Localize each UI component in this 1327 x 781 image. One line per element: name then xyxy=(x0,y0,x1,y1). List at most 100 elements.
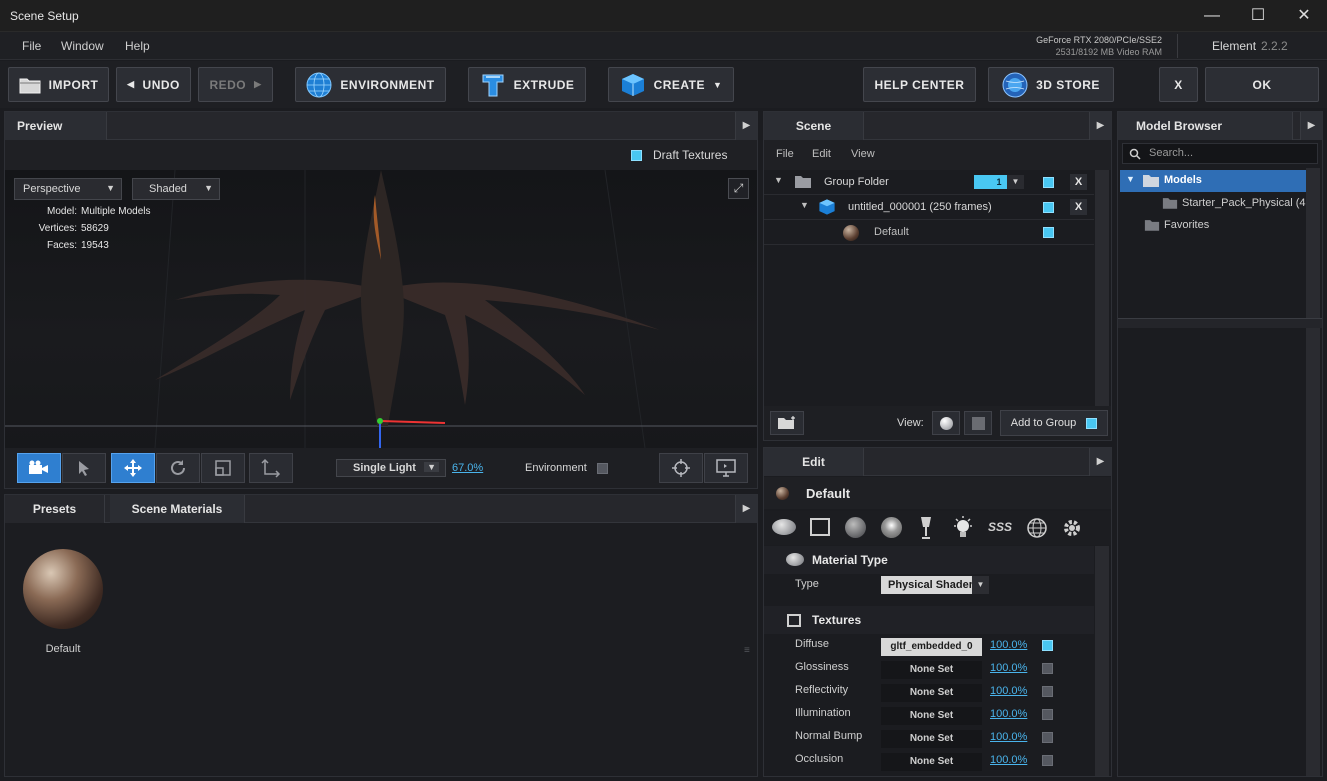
sss-tab-icon[interactable]: SSS xyxy=(988,520,1012,534)
shading-tab-icon[interactable] xyxy=(845,517,866,538)
select-tool-button[interactable] xyxy=(62,453,106,483)
tab-model-browser[interactable]: Model Browser xyxy=(1118,112,1293,140)
scene-menu-edit[interactable]: Edit xyxy=(812,148,831,160)
fullscreen-icon[interactable]: ⤢ xyxy=(728,178,749,199)
model-delete-icon[interactable]: X xyxy=(1070,199,1087,215)
tab-presets[interactable]: Presets xyxy=(5,495,105,523)
extrude-button[interactable]: EXTRUDE xyxy=(468,67,586,102)
group-visible-checkbox[interactable] xyxy=(1043,177,1054,188)
texture-enabled-checkbox[interactable] xyxy=(1042,732,1053,743)
focus-target-button[interactable] xyxy=(659,453,703,483)
camera-tool-button[interactable] xyxy=(17,453,61,483)
light-mode-dropdown[interactable]: Single Light ▼ xyxy=(336,459,446,477)
group-delete-icon[interactable]: X xyxy=(1070,174,1087,190)
expand-arrow-icon[interactable]: ▼ xyxy=(1126,174,1135,184)
menu-help[interactable]: Help xyxy=(125,39,150,53)
texture-enabled-checkbox[interactable] xyxy=(1042,709,1053,720)
shader-type-dropdown[interactable]: Physical Shader ▼ xyxy=(881,576,989,594)
gear-icon[interactable] xyxy=(1061,517,1083,539)
menu-file[interactable]: File xyxy=(22,39,41,53)
texture-strength[interactable]: 100.0% xyxy=(990,662,1027,674)
texture-enabled-checkbox[interactable] xyxy=(1042,663,1053,674)
add-folder-button[interactable] xyxy=(770,411,804,435)
draft-textures-checkbox[interactable] xyxy=(631,150,642,161)
scene-row-material[interactable]: Default xyxy=(764,220,1094,245)
texture-slot[interactable]: None Set xyxy=(881,730,982,748)
material-type-tab-icon[interactable] xyxy=(772,519,796,535)
material-swatch-default[interactable] xyxy=(23,549,103,629)
edit-collapse-icon[interactable]: ▶ xyxy=(1089,448,1111,476)
import-button[interactable]: IMPORT xyxy=(8,67,109,102)
texture-enabled-checkbox[interactable] xyxy=(1042,755,1053,766)
close-window-button[interactable]: ✕ xyxy=(1281,0,1327,32)
scene-row-model[interactable]: ▼ untitled_000001 (250 frames) X xyxy=(764,195,1094,220)
texture-strength[interactable]: 100.0% xyxy=(990,731,1027,743)
preview-collapse-icon[interactable]: ▶ xyxy=(735,112,757,140)
wireframe-sphere-icon[interactable] xyxy=(1026,517,1048,539)
cancel-x-button[interactable]: X xyxy=(1159,67,1198,102)
panel-grip-icon[interactable]: ≡ xyxy=(744,645,750,656)
add-to-group-checkbox[interactable] xyxy=(1086,417,1098,429)
tree-item-starter-pack[interactable]: Starter_Pack_Physical (42) xyxy=(1120,193,1306,215)
chevron-down-icon[interactable]: ▼ xyxy=(1007,175,1024,189)
texture-strength[interactable]: 100.0% xyxy=(990,754,1027,766)
ok-button[interactable]: OK xyxy=(1205,67,1319,102)
texture-enabled-checkbox[interactable] xyxy=(1042,686,1053,697)
model-browser-collapse-icon[interactable]: ▶ xyxy=(1300,112,1322,140)
lightbulb-icon[interactable] xyxy=(952,516,974,540)
scene-scrollbar[interactable] xyxy=(1095,170,1109,406)
scene-menu-file[interactable]: File xyxy=(776,148,794,160)
tab-scene-materials[interactable]: Scene Materials xyxy=(110,495,245,523)
rotate-tool-button[interactable] xyxy=(156,453,200,483)
scale-tool-button[interactable] xyxy=(201,453,245,483)
help-center-button[interactable]: HELP CENTER xyxy=(863,67,976,102)
reflection-tab-icon[interactable] xyxy=(881,517,902,538)
light-intensity-link[interactable]: 67.0% xyxy=(452,462,483,474)
menu-window[interactable]: Window xyxy=(61,39,104,53)
create-button[interactable]: CREATE ▼ xyxy=(608,67,734,102)
tab-preview[interactable]: Preview xyxy=(5,112,107,140)
redo-button[interactable]: REDO ▶ xyxy=(198,67,273,102)
material-visible-checkbox[interactable] xyxy=(1043,227,1054,238)
texture-slot[interactable]: None Set xyxy=(881,661,982,679)
texture-slot[interactable]: None Set xyxy=(881,707,982,725)
presets-collapse-icon[interactable]: ▶ xyxy=(735,495,757,523)
scene-row-group-folder[interactable]: ▼ Group Folder 1 ▼ X xyxy=(764,170,1094,195)
view-texture-button[interactable] xyxy=(964,411,992,435)
3d-store-button[interactable]: 3D STORE xyxy=(988,67,1114,102)
texture-enabled-checkbox[interactable] xyxy=(1042,640,1053,651)
edit-scrollbar[interactable] xyxy=(1095,546,1109,776)
environment-button[interactable]: ENVIRONMENT xyxy=(295,67,446,102)
texture-tab-icon[interactable] xyxy=(810,518,830,536)
scene-menu-view[interactable]: View xyxy=(851,148,875,160)
undo-button[interactable]: ◀ UNDO xyxy=(116,67,191,102)
glass-icon[interactable] xyxy=(919,516,933,540)
minimize-button[interactable]: — xyxy=(1189,0,1235,32)
move-tool-button[interactable] xyxy=(111,453,155,483)
axis-tool-button[interactable] xyxy=(249,453,293,483)
tree-scrollbar[interactable] xyxy=(1306,168,1320,318)
shading-dropdown[interactable]: Shaded ▼ xyxy=(132,178,220,200)
display-button[interactable] xyxy=(704,453,748,483)
texture-strength[interactable]: 100.0% xyxy=(990,639,1027,651)
texture-slot[interactable]: None Set xyxy=(881,684,982,702)
texture-slot[interactable]: gltf_embedded_0 xyxy=(881,638,982,656)
add-to-group-button[interactable]: Add to Group xyxy=(1000,410,1108,436)
texture-slot[interactable]: None Set xyxy=(881,753,982,771)
model-visible-checkbox[interactable] xyxy=(1043,202,1054,213)
tree-item-models[interactable]: ▼ Models xyxy=(1120,170,1306,192)
texture-strength[interactable]: 100.0% xyxy=(990,685,1027,697)
maximize-button[interactable]: ☐ xyxy=(1235,0,1281,32)
projection-dropdown[interactable]: Perspective ▼ xyxy=(14,178,122,200)
3d-viewport[interactable]: Perspective ▼ Shaded ▼ Model: Multiple M… xyxy=(5,170,757,448)
tab-edit[interactable]: Edit xyxy=(764,448,864,476)
scene-collapse-icon[interactable]: ▶ xyxy=(1089,112,1111,140)
view-sphere-button[interactable] xyxy=(932,411,960,435)
tab-scene[interactable]: Scene xyxy=(764,112,864,140)
expand-arrow-icon[interactable]: ▼ xyxy=(800,200,809,210)
texture-strength[interactable]: 100.0% xyxy=(990,708,1027,720)
model-list-scrollbar[interactable] xyxy=(1306,328,1320,776)
splitter-handle[interactable] xyxy=(1118,318,1322,328)
expand-arrow-icon[interactable]: ▼ xyxy=(774,175,783,185)
search-input[interactable]: Search... xyxy=(1122,143,1318,164)
